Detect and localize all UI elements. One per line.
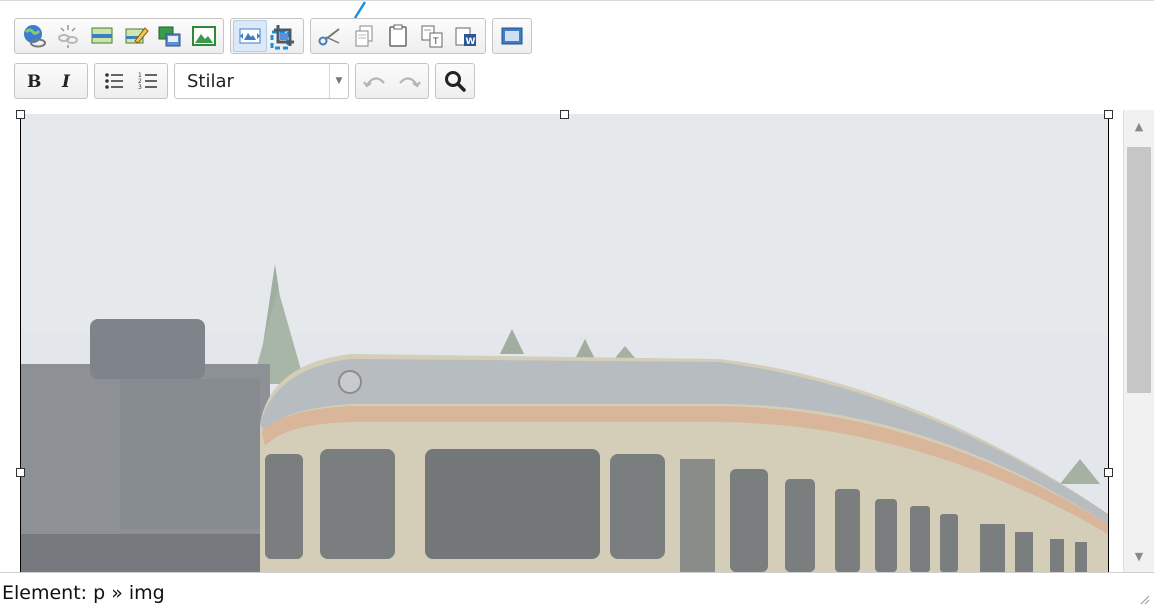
clipboard-group: T W [310, 18, 486, 54]
undo-button[interactable] [358, 65, 392, 97]
copy-button[interactable] [347, 20, 381, 52]
undo-redo-group [355, 63, 429, 99]
search-icon [445, 71, 466, 92]
broken-chain-icon [58, 25, 78, 48]
picture-icon [192, 26, 216, 46]
pointer-arrow-indicator [353, 1, 367, 19]
horizontal-rule-icon [91, 27, 113, 44]
selection-border-right [1108, 110, 1109, 572]
unlink-button[interactable] [51, 20, 85, 52]
image-align-button[interactable] [233, 20, 267, 52]
italic-icon: I [61, 72, 71, 92]
bold-icon: B [27, 72, 41, 92]
image-tools-group [230, 18, 304, 54]
link-image-group [14, 18, 224, 54]
preview-button[interactable] [495, 20, 529, 52]
bold-button[interactable]: B [17, 65, 51, 97]
preview-group [492, 18, 532, 54]
toolbar-row-1: T W [14, 18, 538, 54]
bullet-list-icon [105, 73, 123, 89]
rich-text-editor: T W B I 1 2 3 Stilar ▼ ▲ ▼ Element: p » … [0, 0, 1154, 609]
insert-media-button[interactable] [153, 20, 187, 52]
resize-handle-middle-left[interactable] [16, 468, 25, 477]
list-group: 1 2 3 [94, 63, 168, 99]
crop-icon [270, 25, 294, 50]
styles-dropdown[interactable]: Stilar ▼ [174, 63, 349, 99]
scrollbar-thumb[interactable] [1127, 147, 1151, 393]
resize-handle-top-center[interactable] [560, 110, 569, 119]
word-paste-icon: W [455, 27, 476, 47]
undo-icon [363, 77, 385, 88]
train-photo [20, 114, 1108, 572]
selected-train-image[interactable] [20, 114, 1108, 572]
scroll-up-arrow-icon[interactable]: ▲ [1124, 110, 1154, 142]
pencil-edit-icon [125, 27, 149, 44]
edit-button[interactable] [119, 20, 153, 52]
italic-button[interactable]: I [51, 65, 85, 97]
insert-link-button[interactable] [17, 20, 51, 52]
dropdown-arrow-icon[interactable]: ▼ [329, 64, 348, 98]
svg-text:3: 3 [138, 84, 142, 91]
vertical-scrollbar[interactable]: ▲ ▼ [1123, 110, 1154, 572]
search-group [435, 63, 475, 99]
svg-text:T: T [432, 37, 439, 47]
copy-icon [355, 25, 373, 47]
svg-text:I: I [61, 72, 71, 92]
resize-grip-icon[interactable] [1138, 593, 1150, 605]
preview-window-icon [501, 27, 523, 45]
globe-link-icon [24, 25, 46, 48]
editor-content-area[interactable] [0, 110, 1154, 572]
redo-icon [399, 77, 421, 88]
cut-button[interactable] [313, 20, 347, 52]
paste-button[interactable] [381, 20, 415, 52]
crop-image-button[interactable] [267, 20, 301, 52]
toolbar-row-2: B I 1 2 3 Stilar ▼ [14, 63, 481, 99]
paste-text-button[interactable]: T [415, 20, 449, 52]
align-image-icon [239, 28, 261, 44]
horizontal-rule-button[interactable] [85, 20, 119, 52]
bullet-list-button[interactable] [97, 65, 131, 97]
clipboard-icon [389, 24, 407, 47]
numbered-list-button[interactable]: 1 2 3 [131, 65, 165, 97]
paste-from-word-button[interactable]: W [449, 20, 483, 52]
editor-toolbar: T W B I 1 2 3 Stilar ▼ [0, 0, 1154, 110]
scroll-down-arrow-icon[interactable]: ▼ [1124, 540, 1154, 572]
svg-text:B: B [27, 72, 41, 92]
status-bar: Element: p » img [0, 572, 1154, 609]
redo-button[interactable] [392, 65, 426, 97]
scissors-icon [318, 28, 340, 46]
element-path-label: Element: p » img [2, 582, 165, 604]
insert-image-button[interactable] [187, 20, 221, 52]
media-icon [158, 26, 181, 47]
selection-border-left [20, 110, 21, 572]
styles-dropdown-value: Stilar [187, 70, 234, 92]
resize-handle-middle-right[interactable] [1104, 468, 1113, 477]
paste-text-icon: T [421, 25, 443, 48]
resize-handle-top-left[interactable] [16, 110, 25, 119]
text-format-group: B I [14, 63, 88, 99]
find-button[interactable] [438, 65, 472, 97]
resize-handle-top-right[interactable] [1104, 110, 1113, 119]
numbered-list-icon: 1 2 3 [138, 72, 157, 91]
svg-text:W: W [466, 37, 476, 47]
